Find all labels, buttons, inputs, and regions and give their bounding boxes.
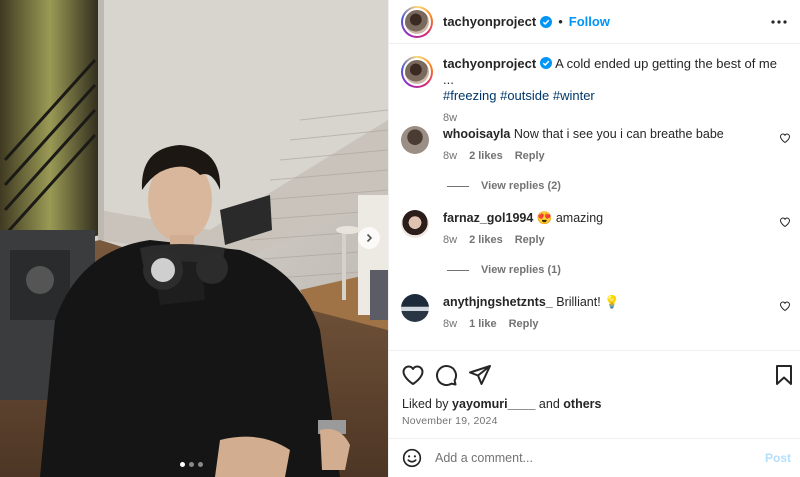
post-side-panel: tachyonproject • Follow tachyonproject A… [388,0,800,477]
comment-button[interactable] [434,363,458,387]
comment-item: farnaz_gol1994 😍 amazing 8w 2 likes Repl… [401,210,791,248]
caption-hashtags[interactable]: #freezing #outside #winter [443,88,595,103]
save-button[interactable] [772,363,796,387]
comment-reply-button[interactable]: Reply [515,232,545,248]
commenter-avatar[interactable] [401,210,429,238]
liked-by-user[interactable]: yayomuri____ [452,397,535,411]
carousel-dot-active [180,462,185,467]
more-options-icon [771,20,787,24]
follow-button[interactable]: Follow [569,14,610,29]
caption-author-username[interactable]: tachyonproject [443,56,536,71]
heart-icon[interactable] [779,132,791,144]
verified-badge-icon [540,15,553,28]
carousel-next-button[interactable] [358,227,380,249]
comment-age: 8w [443,318,458,330]
more-options-button[interactable] [769,12,789,32]
comment-username[interactable]: anythjngshetznts_ [443,295,553,309]
verified-badge-icon [540,57,553,69]
comment-text: Now that i see you i can breathe babe [513,127,724,141]
comment-age: 8w [443,150,458,162]
view-replies-label: View replies (1) [481,264,561,276]
author-avatar[interactable] [401,5,433,38]
comment-bubble-icon [436,365,458,387]
liked-by-prefix: Liked by [402,397,449,411]
post-actions: Liked by yayomuri____ and others Novembe… [389,350,800,438]
comment-username[interactable]: farnaz_gol1994 [443,211,533,225]
header-separator: • [558,14,563,29]
author-username[interactable]: tachyonproject [443,14,536,29]
liked-by-others[interactable]: others [563,397,601,411]
view-replies-button[interactable]: View replies (2) [447,180,561,192]
share-button[interactable] [468,363,492,387]
bookmark-icon [776,365,792,385]
comment-likes[interactable]: 2 likes [469,232,503,248]
comment-reply-button[interactable]: Reply [509,316,539,332]
comment-username[interactable]: whooisayla [443,127,510,141]
chevron-right-icon [366,233,373,243]
comment-text: Brilliant! 💡 [556,295,620,309]
heart-icon[interactable] [779,216,791,228]
liked-by-and: and [538,397,560,411]
like-button[interactable] [401,363,425,387]
emoji-icon[interactable] [402,448,422,468]
post-comment-button[interactable]: Post [765,451,791,465]
comment-composer: Post [389,438,800,477]
heart-icon [402,365,424,385]
post-photo-image [0,0,388,477]
carousel-dot [198,462,203,467]
heart-icon[interactable] [779,300,791,312]
comment-reply-button[interactable]: Reply [515,148,545,164]
view-replies-label: View replies (2) [481,180,561,192]
caption-age: 8w [443,112,458,124]
post-date: November 19, 2024 [402,415,498,427]
comment-age: 8w [443,234,458,246]
post-caption: tachyonproject A cold ended up getting t… [401,56,791,126]
view-replies-button[interactable]: View replies (1) [447,264,561,276]
liked-by-summary: Liked by yayomuri____ and others [402,397,601,411]
caption-author-avatar[interactable] [401,56,433,88]
comment-item: whooisayla Now that i see you i can brea… [401,126,791,164]
comment-item: anythjngshetznts_ Brilliant! 💡 8w 1 like… [401,294,791,332]
comment-input[interactable] [435,451,735,465]
comment-likes[interactable]: 2 likes [469,148,503,164]
comment-likes[interactable]: 1 like [469,316,497,332]
post-header: tachyonproject • Follow [389,0,800,44]
carousel-indicator [180,462,203,467]
post-photo[interactable] [0,0,388,477]
carousel-dot [189,462,194,467]
comment-text: 😍 amazing [536,211,604,225]
commenter-avatar[interactable] [401,294,429,322]
paper-plane-icon [469,365,491,385]
commenter-avatar[interactable] [401,126,429,154]
